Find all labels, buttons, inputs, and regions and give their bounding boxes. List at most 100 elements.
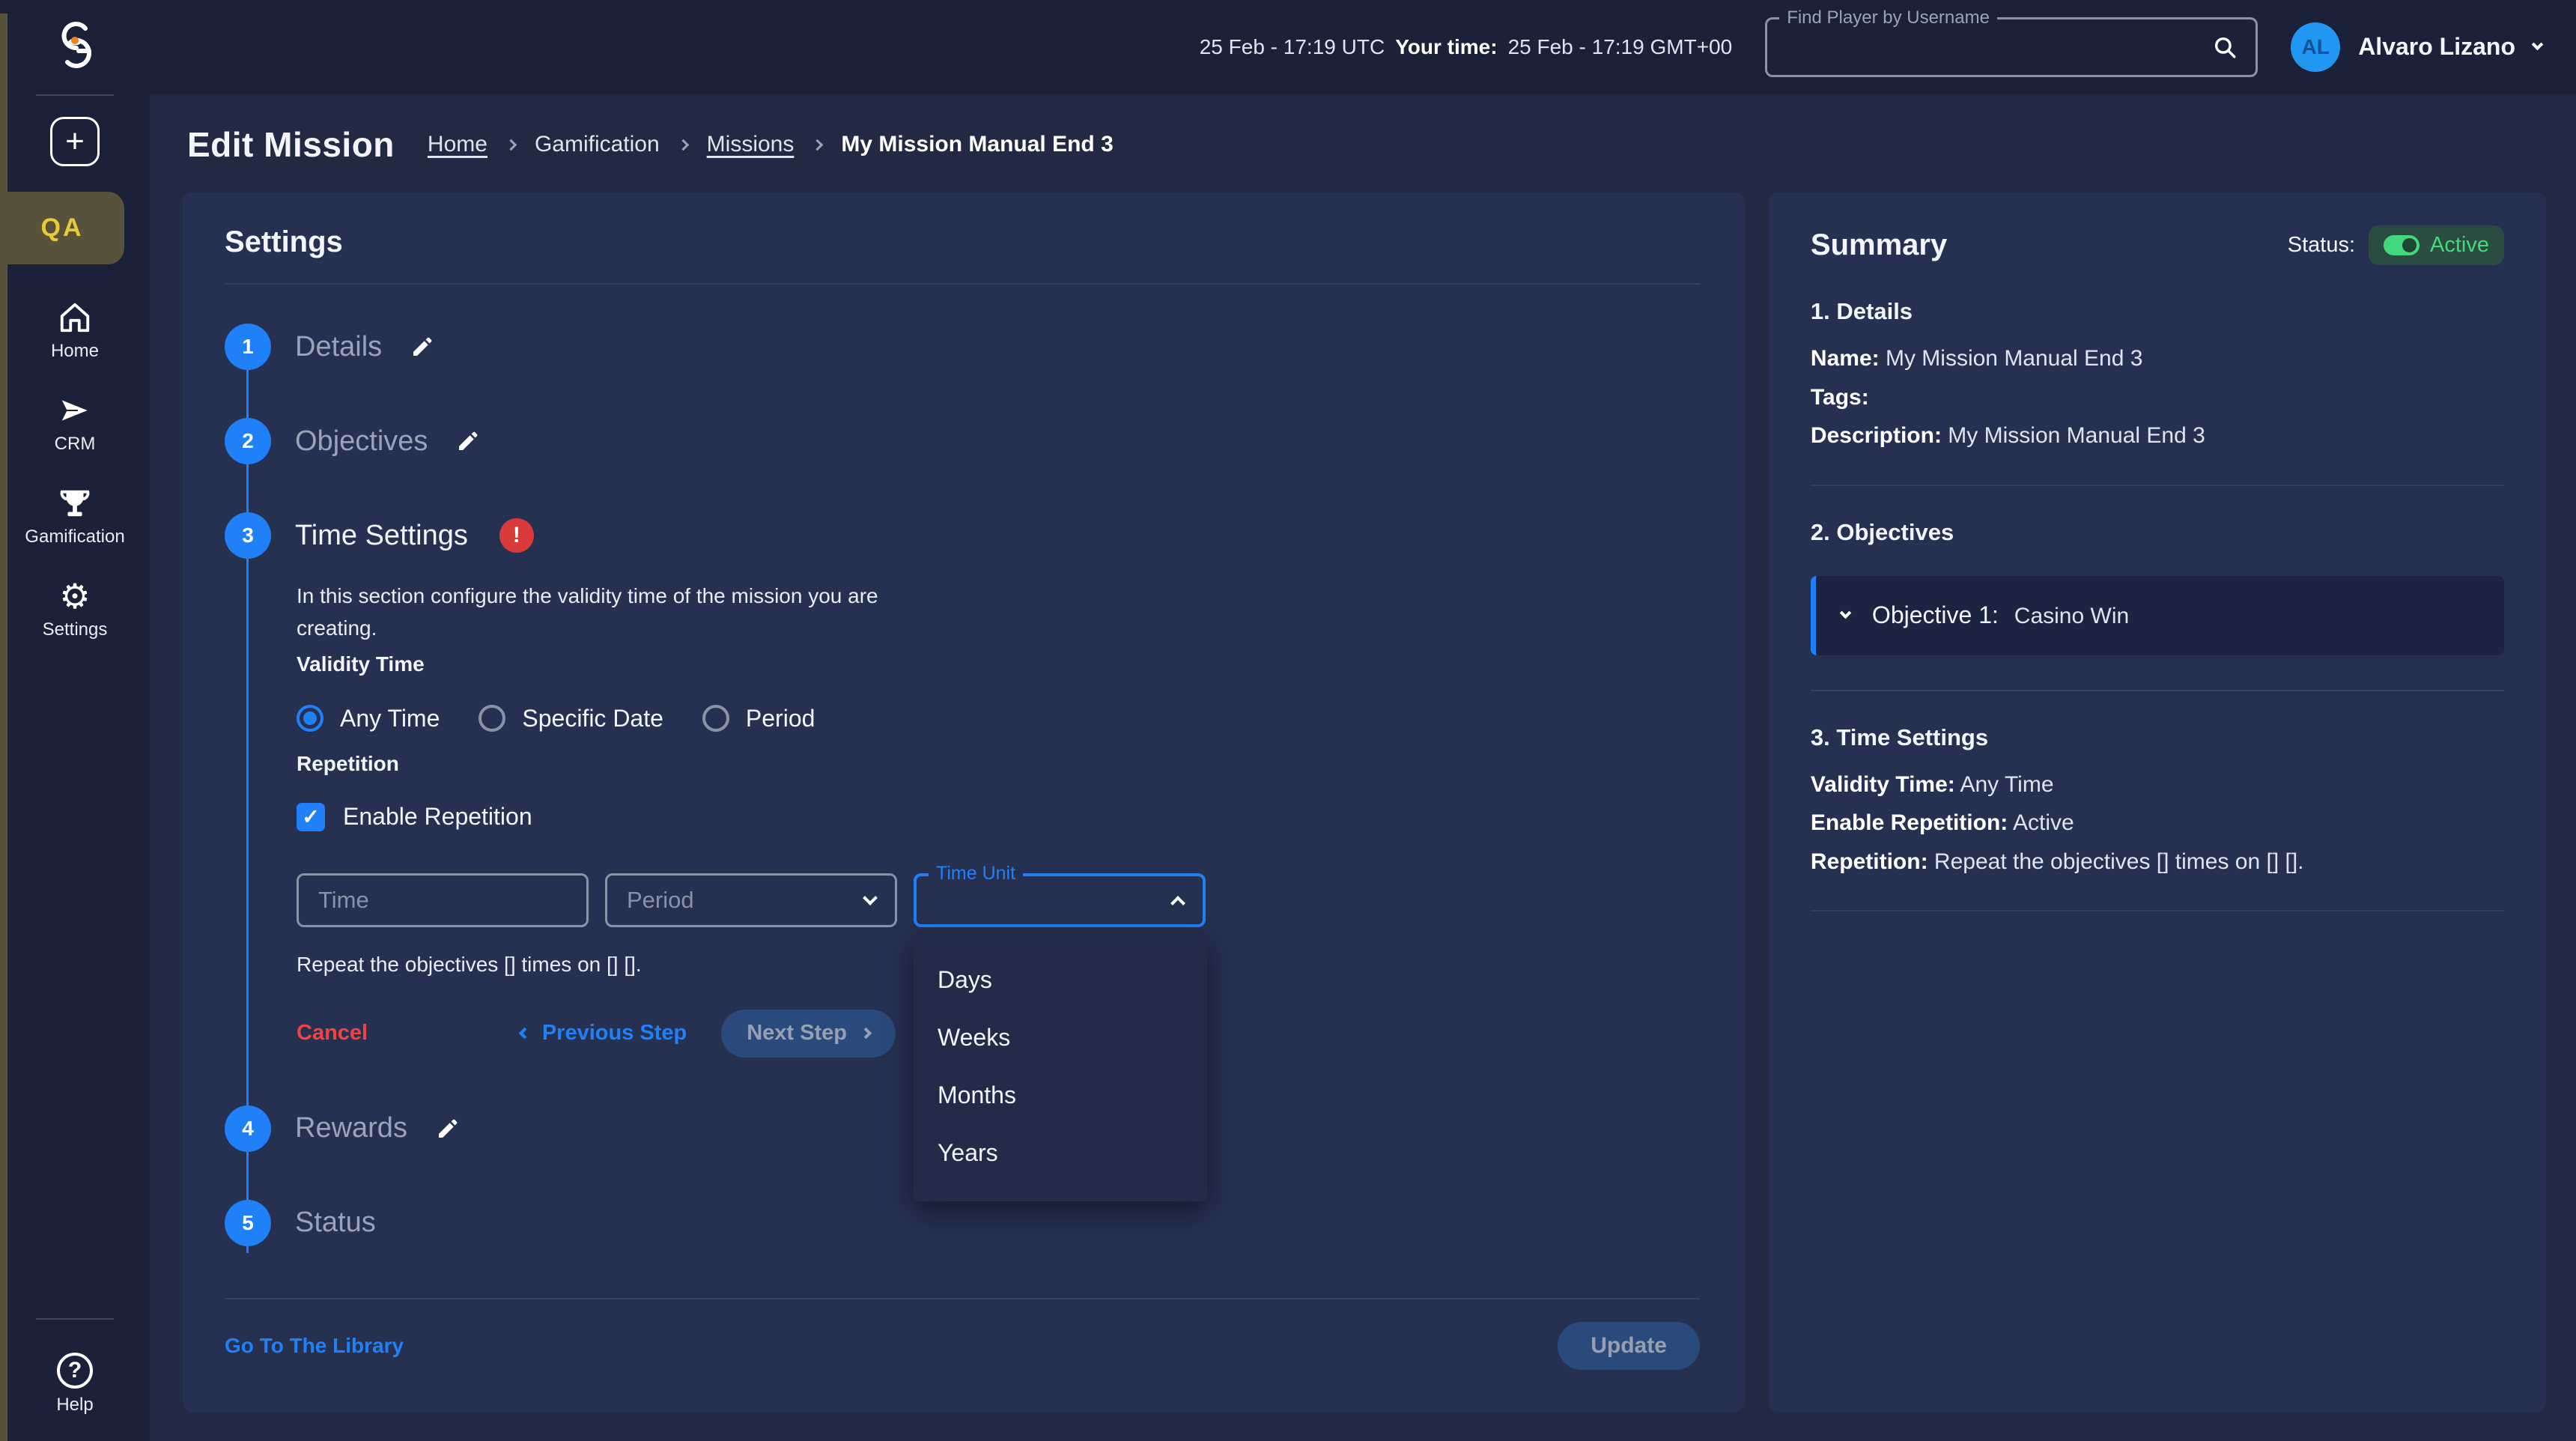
radio-label: Specific Date: [522, 705, 663, 732]
objective-text: Objective 1: Casino Win: [1872, 601, 2129, 629]
sidebar-item-crm[interactable]: CRM: [55, 393, 96, 455]
edit-pencil-icon[interactable]: [436, 1117, 460, 1141]
breadcrumb-missions[interactable]: Missions: [707, 132, 795, 157]
time-settings-body: In this section configure the validity t…: [297, 580, 1700, 1058]
sidebar: + QA Home CRM: [0, 0, 150, 1441]
footer-row: Go To The Library Update: [225, 1322, 1700, 1370]
step-head: 1 Details: [225, 324, 1700, 370]
sidebar-bottom: ? Help: [0, 1297, 150, 1441]
radio-specific-date[interactable]: Specific Date: [479, 705, 663, 732]
search-icon[interactable]: [2212, 34, 2238, 60]
dropdown-option-days[interactable]: Days: [914, 951, 1207, 1009]
topbar: 25 Feb - 17:19 UTC Your time: 25 Feb - 1…: [150, 0, 2576, 94]
dropdown-option-weeks[interactable]: Weeks: [914, 1009, 1207, 1067]
summary-card: Summary Status: Active 1. Details N: [1769, 192, 2546, 1412]
step-objectives: 2 Objectives: [225, 418, 1700, 464]
sidebar-item-help[interactable]: ? Help: [56, 1353, 93, 1416]
step-label: Rewards: [295, 1112, 407, 1144]
repetition-fields: Period Time Unit: [297, 873, 1700, 927]
sidebar-item-home[interactable]: Home: [51, 300, 99, 362]
settings-card: Settings 1 Details: [183, 192, 1745, 1412]
step-time-settings: 3 Time Settings ! In this section config…: [225, 512, 1700, 1058]
next-step-label: Next Step: [747, 1021, 847, 1046]
radio-period[interactable]: Period: [702, 705, 815, 732]
time-input[interactable]: [318, 887, 567, 914]
radio-icon: [479, 705, 505, 732]
next-step-button[interactable]: Next Step: [721, 1010, 896, 1058]
go-to-library-link[interactable]: Go To The Library: [225, 1334, 404, 1358]
summary-time-heading: 3. Time Settings: [1811, 724, 2504, 751]
home-icon: [58, 300, 92, 335]
period-select[interactable]: Period: [605, 873, 897, 927]
status-wrap: Status: Active: [2288, 225, 2504, 265]
description-value: My Mission Manual End 3: [1948, 423, 2205, 448]
help-icon: ?: [57, 1353, 93, 1389]
status-value: Active: [2430, 233, 2489, 258]
divider: [1811, 690, 2504, 691]
page-header: Edit Mission Home Gamification Missions …: [183, 116, 2546, 173]
brand-logo-icon[interactable]: [46, 16, 103, 73]
steps-list: 1 Details: [225, 324, 1700, 1298]
add-button[interactable]: +: [50, 117, 100, 166]
sidebar-item-gamification[interactable]: Gamification: [25, 486, 124, 547]
sidebar-item-label: CRM: [55, 434, 96, 455]
breadcrumb-gamification: Gamification: [535, 132, 660, 157]
app-root: + QA Home CRM: [0, 0, 2576, 1441]
send-icon: [58, 393, 92, 428]
toggle-on-icon: [2384, 235, 2419, 255]
error-icon: !: [499, 518, 534, 553]
section-description: In this section configure the validity t…: [297, 580, 911, 645]
divider: [1811, 910, 2504, 911]
divider: [225, 1298, 1700, 1299]
chevron-down-icon: [2532, 39, 2544, 51]
main-area: 25 Feb - 17:19 UTC Your time: 25 Feb - 1…: [150, 0, 2576, 1441]
time-field[interactable]: [297, 873, 589, 927]
sidebar-item-label: Help: [56, 1395, 93, 1416]
edit-pencil-icon[interactable]: [410, 335, 434, 359]
name-label: Name:: [1811, 346, 1880, 371]
avatar-initials: AL: [2302, 35, 2330, 59]
radio-icon: [297, 705, 323, 732]
sidebar-item-label: Settings: [43, 619, 108, 640]
summary-repetition-line: Repetition: Repeat the objectives [] tim…: [1811, 848, 2504, 876]
enable-repetition-checkbox[interactable]: ✓ Enable Repetition: [297, 803, 1700, 831]
user-name: Alvaro Lizano: [2358, 33, 2515, 61]
summary-time-section: 3. Time Settings Validity Time: Any Time…: [1811, 724, 2504, 912]
enable-value: Active: [2013, 810, 2074, 835]
page-content: Edit Mission Home Gamification Missions …: [150, 94, 2576, 1441]
status-badge[interactable]: Active: [2369, 225, 2504, 265]
update-button[interactable]: Update: [1558, 1322, 1700, 1370]
repetition-value: Repeat the objectives [] times on [] [].: [1934, 849, 2304, 874]
validity-time-label: Validity Time: [297, 652, 1700, 676]
search-field-label: Find Player by Username: [1779, 7, 1997, 28]
step-label: Details: [295, 331, 382, 363]
step-head: 3 Time Settings !: [225, 512, 1700, 559]
chevron-down-icon: [863, 891, 878, 905]
summary-validity-line: Validity Time: Any Time: [1811, 771, 2504, 799]
time-unit-select[interactable]: Time Unit: [914, 873, 1206, 927]
cancel-button[interactable]: Cancel: [297, 1021, 368, 1046]
sidebar-item-settings[interactable]: ⚙ Settings: [43, 579, 108, 640]
step-head: 5 Status: [225, 1200, 1700, 1246]
objective-row[interactable]: Objective 1: Casino Win: [1811, 576, 2504, 655]
user-menu[interactable]: AL Alvaro Lizano: [2291, 22, 2542, 72]
sidebar-divider: [36, 94, 114, 96]
player-search-field[interactable]: Find Player by Username: [1765, 17, 2258, 77]
check-icon: ✓: [302, 804, 319, 829]
dropdown-option-months[interactable]: Months: [914, 1067, 1207, 1124]
breadcrumb-home[interactable]: Home: [428, 132, 487, 157]
chevron-right-icon: [812, 139, 824, 151]
radio-any-time[interactable]: Any Time: [297, 705, 440, 732]
trophy-icon: [58, 486, 92, 521]
local-time: 25 Feb - 17:19 GMT+00: [1508, 35, 1733, 59]
chevron-up-icon: [1170, 896, 1185, 911]
page-title: Edit Mission: [187, 124, 395, 165]
environment-badge-label: QA: [41, 213, 84, 243]
search-input[interactable]: [1785, 34, 2212, 60]
dropdown-option-years[interactable]: Years: [914, 1124, 1207, 1182]
step-number: 3: [225, 512, 271, 559]
status-label: Status:: [2288, 233, 2355, 258]
your-time-label: Your time:: [1395, 35, 1497, 59]
previous-step-button[interactable]: Previous Step: [520, 1021, 687, 1046]
edit-pencil-icon[interactable]: [456, 429, 480, 453]
